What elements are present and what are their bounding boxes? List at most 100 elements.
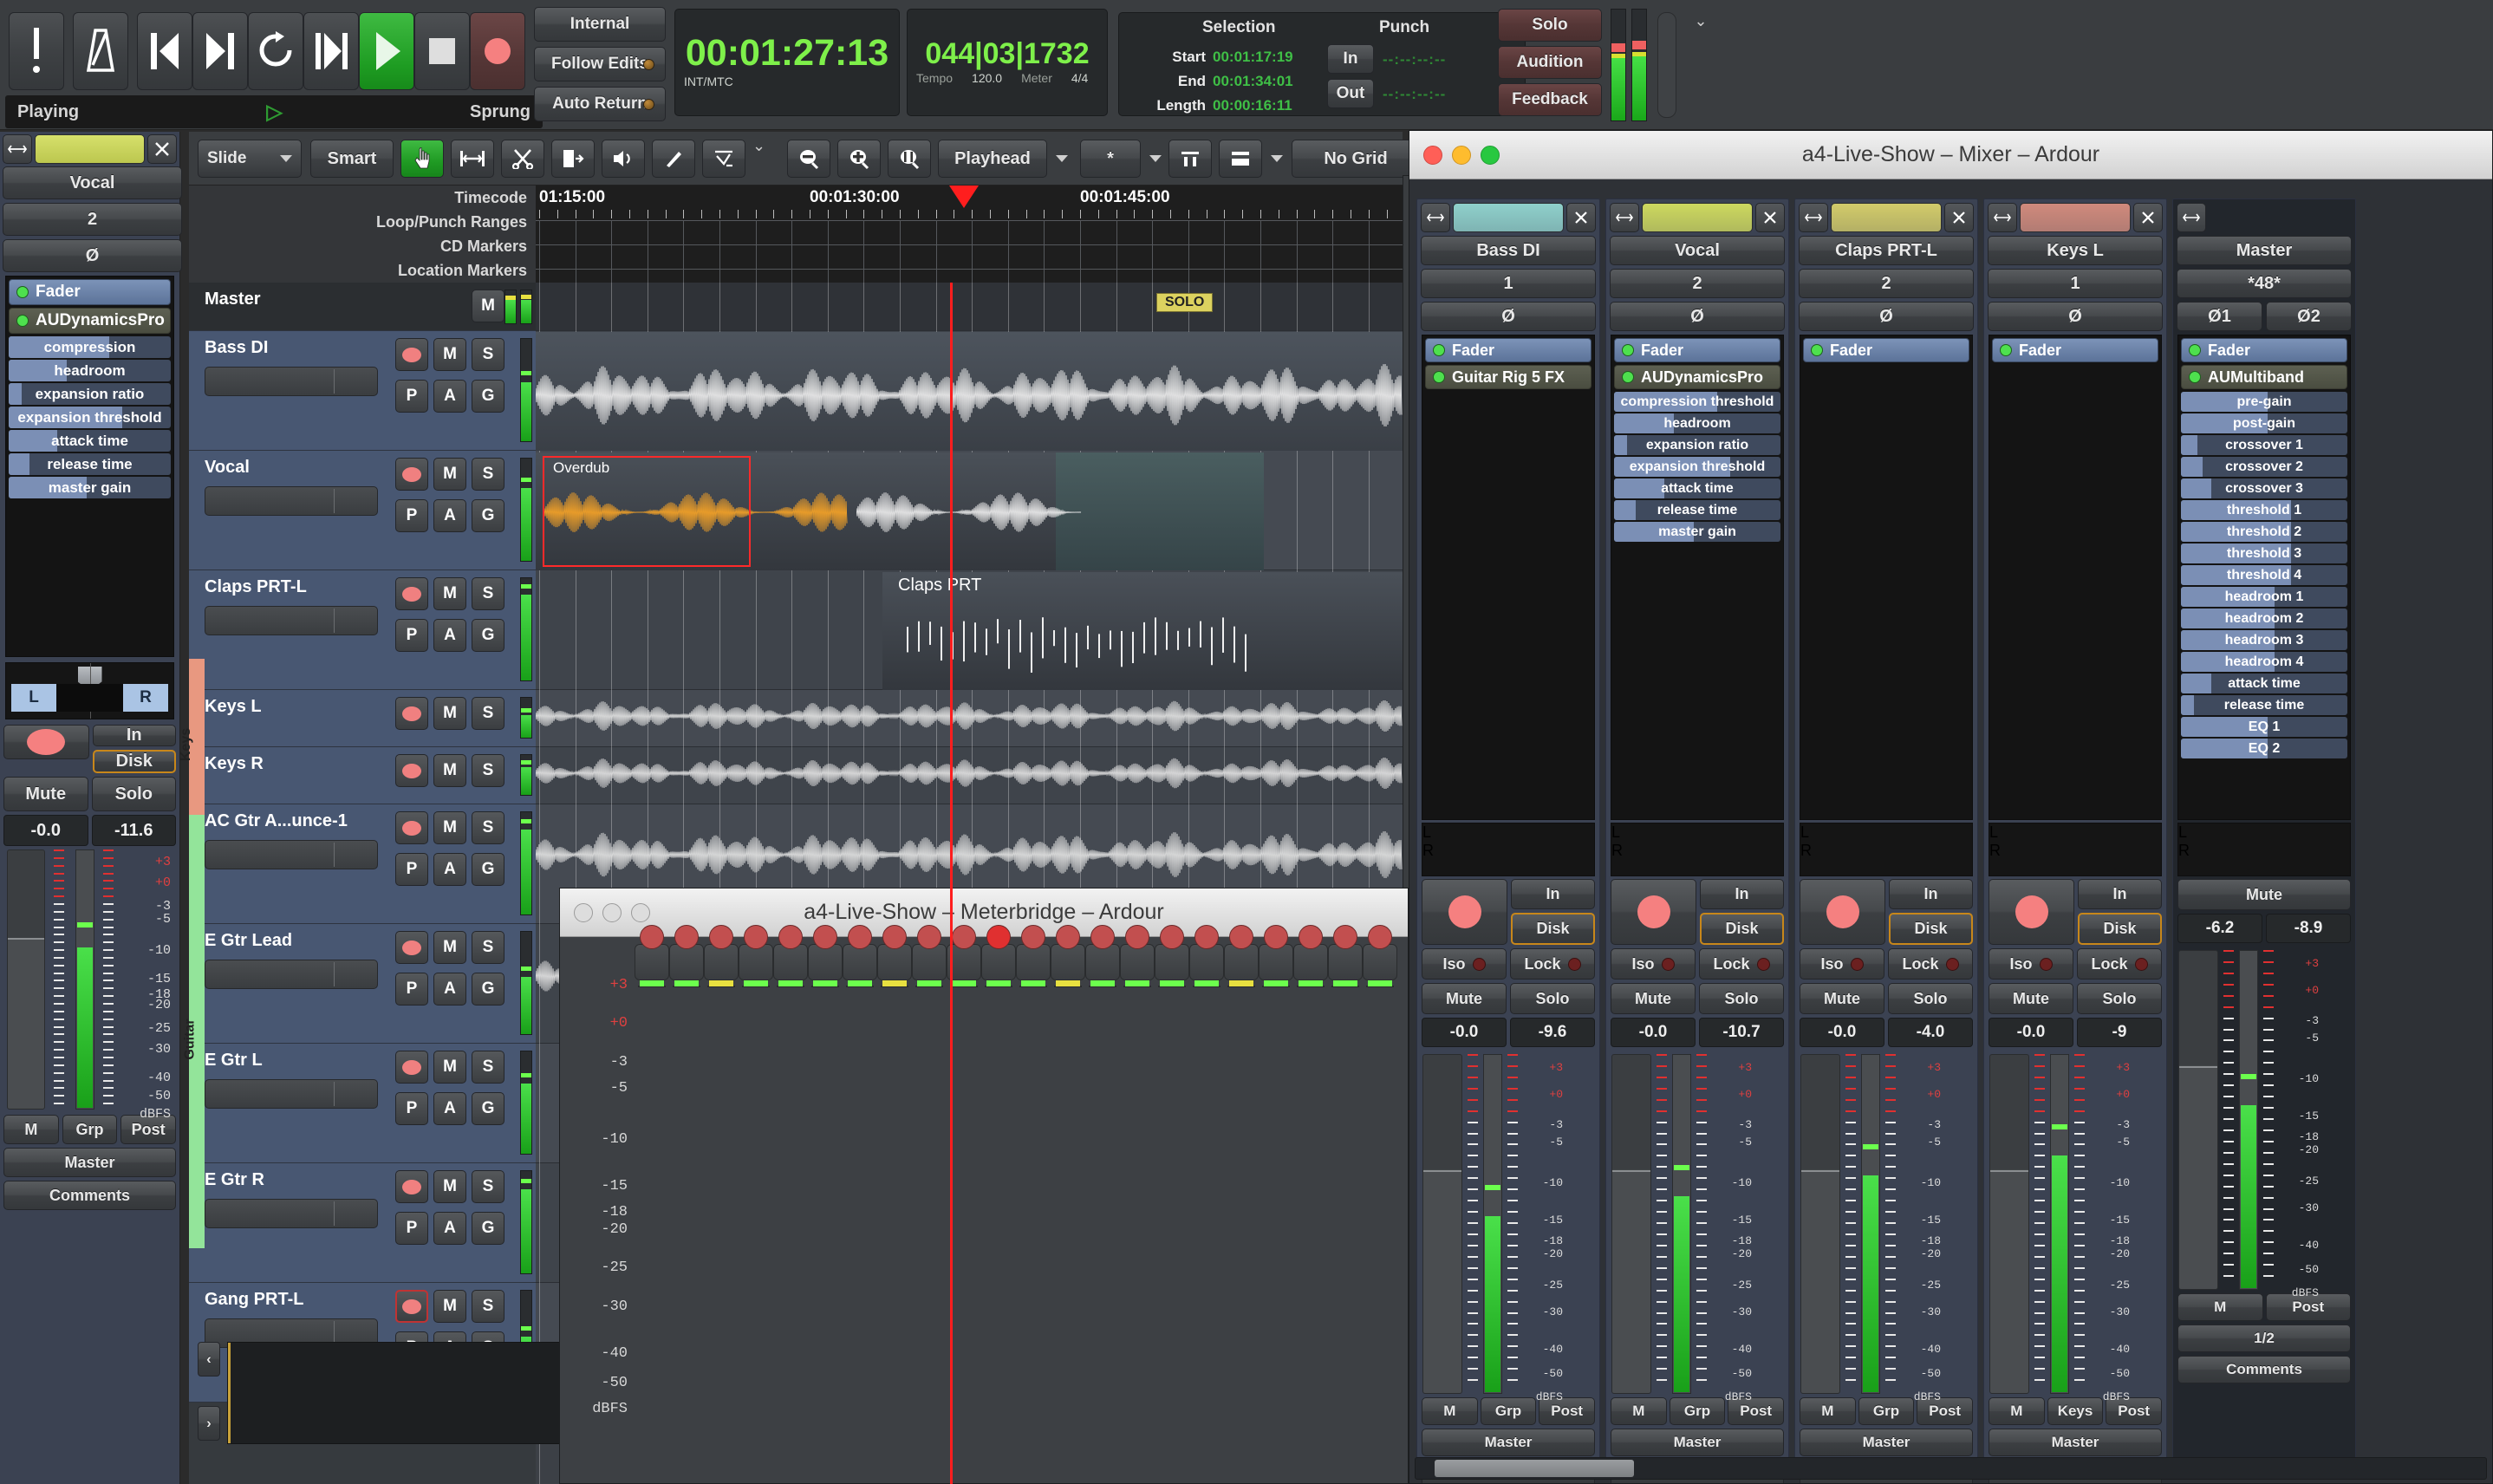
follow-edits-button[interactable]: Follow Edits [534, 47, 666, 81]
plugin-control-slider[interactable]: crossover 3 [2181, 478, 2347, 498]
processor-active-led-icon[interactable] [16, 286, 29, 298]
track-playlist-button[interactable]: P [395, 1212, 428, 1245]
scroll-right-button[interactable]: › [198, 1406, 220, 1441]
solo-button[interactable]: Solo [1888, 983, 1973, 1014]
meterbridge-rec-button[interactable] [813, 925, 837, 949]
strip-phase1-button[interactable]: Ø1 [2177, 302, 2262, 331]
mixer-horizontal-scrollbar[interactable] [1415, 1457, 2487, 1480]
track-gain-slider[interactable] [205, 486, 378, 516]
zoom-to-session-button[interactable] [888, 140, 931, 178]
plugin-control-slider[interactable]: threshold 2 [2181, 522, 2347, 542]
audition-tool-button[interactable] [602, 140, 645, 178]
smart-mode-button[interactable]: Smart [310, 140, 394, 178]
processor-box[interactable]: Fader AUDynamicsPro compression threshol… [5, 276, 174, 657]
close-window-button[interactable] [1423, 146, 1442, 165]
rec-enable-button[interactable] [1989, 879, 2074, 945]
processor-active-led-icon[interactable] [1622, 344, 1634, 356]
processor-active-led-icon[interactable] [1433, 344, 1445, 356]
strip-name-button[interactable]: Vocal [3, 166, 182, 199]
track-solo-button[interactable]: S [472, 811, 504, 844]
strip-input-button[interactable]: 2 [1610, 269, 1785, 298]
plugin-control-slider[interactable]: headroom 1 [2181, 587, 2347, 607]
track-mute-button[interactable]: M [433, 931, 466, 964]
metronome-button[interactable] [73, 12, 128, 90]
close-icon[interactable] [1944, 203, 1974, 232]
grid-type-selector[interactable]: No Grid [1292, 140, 1420, 178]
plugin-control-slider[interactable]: crossover 2 [2181, 457, 2347, 477]
solo-lock-button[interactable]: Lock [1888, 948, 1973, 980]
strip-color-chip[interactable] [1831, 203, 1942, 232]
output-button[interactable]: Master [1422, 1429, 1595, 1456]
meterbridge-strip[interactable] [981, 944, 1016, 980]
group-button[interactable]: Grp [1858, 1397, 1915, 1425]
plugin-control-slider[interactable]: compression threshold [1614, 392, 1780, 412]
group-button[interactable]: Keys [2047, 1397, 2104, 1425]
strip-phase-button[interactable]: Ø [1610, 302, 1785, 331]
solo-lock-button[interactable]: Lock [2077, 948, 2162, 980]
metering-mode-button[interactable]: M [2177, 1293, 2263, 1321]
strip-width-icon[interactable] [2177, 203, 2206, 232]
panic-button[interactable] [9, 12, 64, 90]
meterbridge-rec-button[interactable] [709, 925, 733, 949]
meterbridge-strip[interactable] [1259, 944, 1293, 980]
track-automation-button[interactable]: A [433, 853, 466, 886]
track-solo-button[interactable]: S [472, 697, 504, 730]
strip-name-button[interactable]: Keys L [1988, 236, 2163, 265]
selection-start-value[interactable]: 00:01:17:19 [1213, 49, 1293, 66]
track-rec-enable-button[interactable] [395, 1170, 428, 1203]
gain-fader[interactable] [1989, 1054, 2029, 1394]
processor-entry[interactable]: Guitar Rig 5 FX [1425, 365, 1591, 389]
meterbridge-name-button[interactable] [739, 944, 773, 980]
strip-phase-button[interactable]: Ø [3, 239, 182, 272]
track-group-button[interactable]: G [472, 853, 504, 886]
edit-content-tool-button[interactable] [702, 140, 745, 178]
strip-width-icon[interactable] [1610, 203, 1639, 232]
meterbridge-strip[interactable] [773, 944, 808, 980]
loop-button[interactable] [248, 12, 303, 90]
master-fader-mini[interactable] [1657, 12, 1676, 118]
track-automation-button[interactable]: A [433, 380, 466, 413]
comments-button[interactable]: Comments [3, 1181, 176, 1210]
solo-button[interactable]: Solo [92, 777, 177, 811]
group-tab-guitar[interactable]: Guitar [189, 815, 205, 1248]
group-button[interactable]: Grp [62, 1115, 118, 1144]
comments-button[interactable]: Comments [2177, 1356, 2351, 1383]
plugin-control-slider[interactable]: expansion threshold [9, 407, 171, 428]
track-playlist-button[interactable]: P [395, 619, 428, 652]
grab-tool-button[interactable] [400, 140, 444, 178]
peak-value[interactable]: -10.7 [1699, 1018, 1784, 1047]
processor-entry[interactable]: Fader [1425, 338, 1591, 362]
go-to-end-button[interactable] [192, 12, 248, 90]
strip-input-button[interactable]: 2 [1799, 269, 1974, 298]
solo-button[interactable]: Solo [1699, 983, 1784, 1014]
solo-button[interactable]: Solo [1510, 983, 1595, 1014]
meterbridge-rec-button[interactable] [917, 925, 941, 949]
solo-lock-button[interactable]: Lock [1699, 948, 1784, 980]
plugin-control-slider[interactable]: headroom [1614, 413, 1780, 433]
meterbridge-name-button[interactable] [1363, 944, 1397, 980]
ruler-label-cd-markers[interactable]: CD Markers [189, 234, 536, 258]
mixer-titlebar[interactable]: a4-Live-Show – Mixer – Ardour [1409, 131, 2492, 179]
track-lane[interactable] [536, 283, 1403, 331]
track-gain-slider[interactable] [205, 1199, 378, 1228]
track-mute-button[interactable]: M [433, 1170, 466, 1203]
meterbridge-name-button[interactable] [1328, 944, 1363, 980]
track-header[interactable]: Master M [189, 283, 536, 331]
processor-box[interactable]: Fader [1800, 335, 1973, 820]
meterbridge-strip[interactable] [704, 944, 739, 980]
track-header[interactable]: Claps PRT-L M S P A G [189, 570, 536, 690]
meterbridge-name-button[interactable] [877, 944, 912, 980]
meterbridge-rec-button[interactable] [986, 925, 1011, 949]
output-button[interactable]: 1/2 [2177, 1325, 2351, 1352]
solo-isolate-button[interactable]: Iso [1800, 948, 1884, 980]
meterbridge-strip[interactable] [843, 944, 877, 980]
meterbridge-name-button[interactable] [1120, 944, 1155, 980]
plugin-control-slider[interactable]: expansion threshold [1614, 457, 1780, 477]
track-group-button[interactable]: G [472, 1212, 504, 1245]
output-button[interactable]: Master [3, 1148, 176, 1177]
meterbridge-name-button[interactable] [808, 944, 843, 980]
zoom-window-button[interactable] [631, 903, 650, 922]
gain-value[interactable]: -0.0 [3, 815, 88, 846]
zoom-focus-selector[interactable]: Playhead [938, 140, 1047, 178]
feedback-button[interactable]: Feedback [1498, 83, 1602, 116]
